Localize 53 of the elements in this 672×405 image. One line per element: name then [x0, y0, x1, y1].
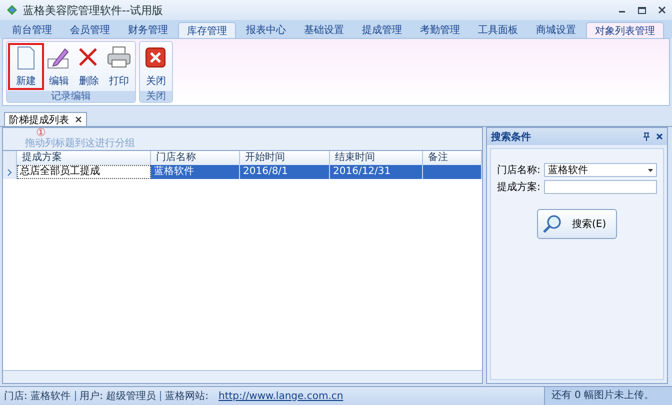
ribbon-tab[interactable]: 基础设置: [296, 22, 352, 38]
column-header[interactable]: 门店名称: [151, 151, 240, 166]
ribbon-tab[interactable]: 库存管理: [178, 22, 236, 38]
group-label: 记录编辑: [7, 91, 135, 102]
column-header[interactable]: 结束时间: [330, 151, 423, 166]
table-row[interactable]: 总店全部员工提成 蓝格软件 2016/8/1 2016/12/31: [3, 165, 482, 179]
ribbon-tab[interactable]: 报表中心: [238, 22, 294, 38]
status-text: 用户: 超级管理员: [80, 390, 156, 403]
ribbon-button[interactable]: 编辑: [44, 43, 74, 90]
upload-status: 还有 0 幅图片未上传。: [544, 387, 672, 405]
maximize-icon[interactable]: [638, 6, 646, 14]
ribbon-tab[interactable]: 商城设置: [528, 22, 584, 38]
app-logo-icon: [6, 4, 18, 16]
field-label: 提成方案:: [497, 180, 541, 194]
search-icon: [542, 214, 562, 234]
ribbon-tab[interactable]: 前台管理: [4, 22, 60, 38]
dropdown-arrow-icon: [648, 168, 653, 172]
website-link[interactable]: http://www.lange.com.cn: [218, 390, 344, 402]
table-cell: 2016/8/1: [240, 165, 330, 179]
close-icon[interactable]: [658, 6, 666, 14]
table-cell: 蓝格软件: [151, 165, 240, 179]
ribbon-button[interactable]: 新建: [8, 43, 44, 90]
dropdown-field[interactable]: 蓝格软件: [544, 163, 657, 177]
ribbon-tab[interactable]: 财务管理: [120, 22, 176, 38]
input-field[interactable]: [544, 180, 657, 194]
status-text: 蓝格网站:: [165, 390, 208, 403]
ribbon-button[interactable]: 打印: [104, 43, 134, 90]
ribbon-tab[interactable]: 考勤管理: [412, 22, 468, 38]
document-tab[interactable]: 阶梯提成列表: [4, 112, 87, 126]
ribbon-tab[interactable]: 工具面板: [470, 22, 526, 38]
field-label: 门店名称:: [497, 164, 541, 177]
panel-title: 搜索条件: [491, 130, 532, 144]
column-header[interactable]: 备注: [423, 151, 482, 166]
table-cell: 总店全部员工提成: [17, 165, 151, 179]
ribbon-tab[interactable]: 对象列表管理: [586, 22, 664, 38]
annotation-mark: ①: [36, 127, 46, 138]
ribbon-tab[interactable]: 会员管理: [62, 22, 118, 38]
group-label: 关闭: [140, 91, 172, 102]
status-text: 门店: 蓝格软件: [4, 390, 71, 403]
column-header[interactable]: 提成方案: [17, 151, 151, 166]
table-cell: 2016/12/31: [330, 165, 423, 179]
group-hint: 拖动列标题到这进行分组: [24, 138, 136, 150]
close-icon[interactable]: [656, 133, 663, 140]
scrollbar-track[interactable]: [3, 370, 482, 383]
column-header[interactable]: 开始时间: [240, 151, 330, 166]
ribbon-button[interactable]: 关闭: [141, 43, 171, 90]
row-pointer-icon: [7, 168, 12, 176]
pin-icon[interactable]: [643, 132, 650, 141]
window-title: 蓝格美容院管理软件--试用版: [23, 2, 164, 18]
search-button[interactable]: 搜索(E): [537, 209, 617, 239]
ribbon-tab[interactable]: 提成管理: [354, 22, 410, 38]
ribbon-button[interactable]: 删除: [74, 43, 104, 90]
close-icon[interactable]: [75, 116, 82, 123]
